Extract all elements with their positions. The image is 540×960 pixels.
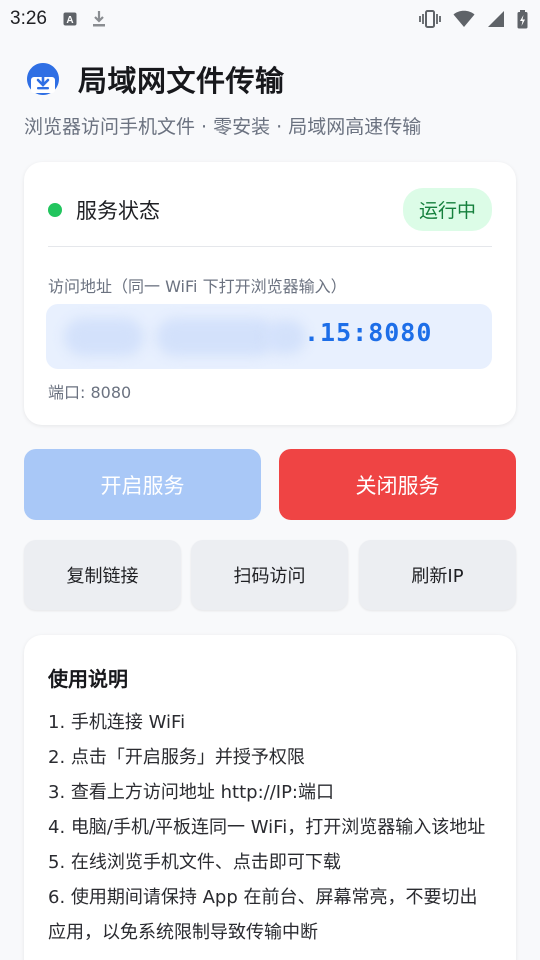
status-badge: 运行中 (402, 188, 492, 231)
service-status-label: 服务状态 (76, 198, 160, 223)
redacted-address (64, 318, 144, 356)
header: 局域网文件传输 浏览器访问手机文件 · 零安装 · 局域网高速传输 (24, 58, 524, 139)
address-box[interactable]: .15:8080 (46, 304, 492, 369)
list-item: 4. 电脑/手机/平板连同一 WiFi，打开浏览器输入该地址 (48, 817, 486, 838)
refresh-ip-button[interactable]: 刷新IP (359, 540, 516, 610)
signal-icon (487, 10, 505, 28)
qr-access-button[interactable]: 扫码访问 (191, 540, 348, 610)
address-label: 访问地址（同一 WiFi 下打开浏览器输入） (48, 277, 347, 296)
status-time: 3:26 (10, 8, 47, 29)
status-bar: 3:26 A (0, 0, 540, 38)
download-icon (91, 10, 107, 28)
list-item: 2. 点击「开启服务」并授予权限 (48, 747, 305, 768)
service-status-card: 服务状态 运行中 访问地址（同一 WiFi 下打开浏览器输入） .15:8080… (24, 162, 516, 425)
instructions-card: 使用说明 1. 手机连接 WiFi 2. 点击「开启服务」并授予权限 3. 查看… (24, 635, 516, 960)
port-text: 端口: 8080 (48, 383, 132, 402)
instructions-list: 1. 手机连接 WiFi 2. 点击「开启服务」并授予权限 3. 查看上方访问地… (48, 705, 492, 950)
stop-service-button[interactable]: 关闭服务 (279, 449, 516, 520)
wifi-icon (453, 10, 475, 28)
page-subtitle: 浏览器访问手机文件 · 零安装 · 局域网高速传输 (24, 116, 422, 138)
page-title: 局域网文件传输 (78, 64, 285, 98)
instructions-title: 使用说明 (48, 667, 128, 691)
app-logo-download-icon (24, 60, 62, 98)
start-service-button[interactable]: 开启服务 (24, 449, 261, 520)
list-item: 5. 在线浏览手机文件、点击即可下载 (48, 852, 341, 873)
address-text: .15:8080 (304, 318, 433, 347)
list-item: 3. 查看上方访问地址 http://IP:端口 (48, 782, 334, 803)
svg-text:A: A (66, 15, 73, 26)
online-status-dot (48, 202, 62, 217)
copy-link-button[interactable]: 复制链接 (24, 540, 181, 610)
list-item: 1. 手机连接 WiFi (48, 712, 186, 733)
battery-icon (517, 9, 528, 29)
text-a-icon: A (63, 12, 77, 26)
divider (48, 246, 492, 247)
list-item: 6. 使用期间请保持 App 在前台、屏幕常亮，不要切出应用，以免系统限制导致传… (48, 887, 478, 943)
vibrate-icon (419, 10, 441, 28)
